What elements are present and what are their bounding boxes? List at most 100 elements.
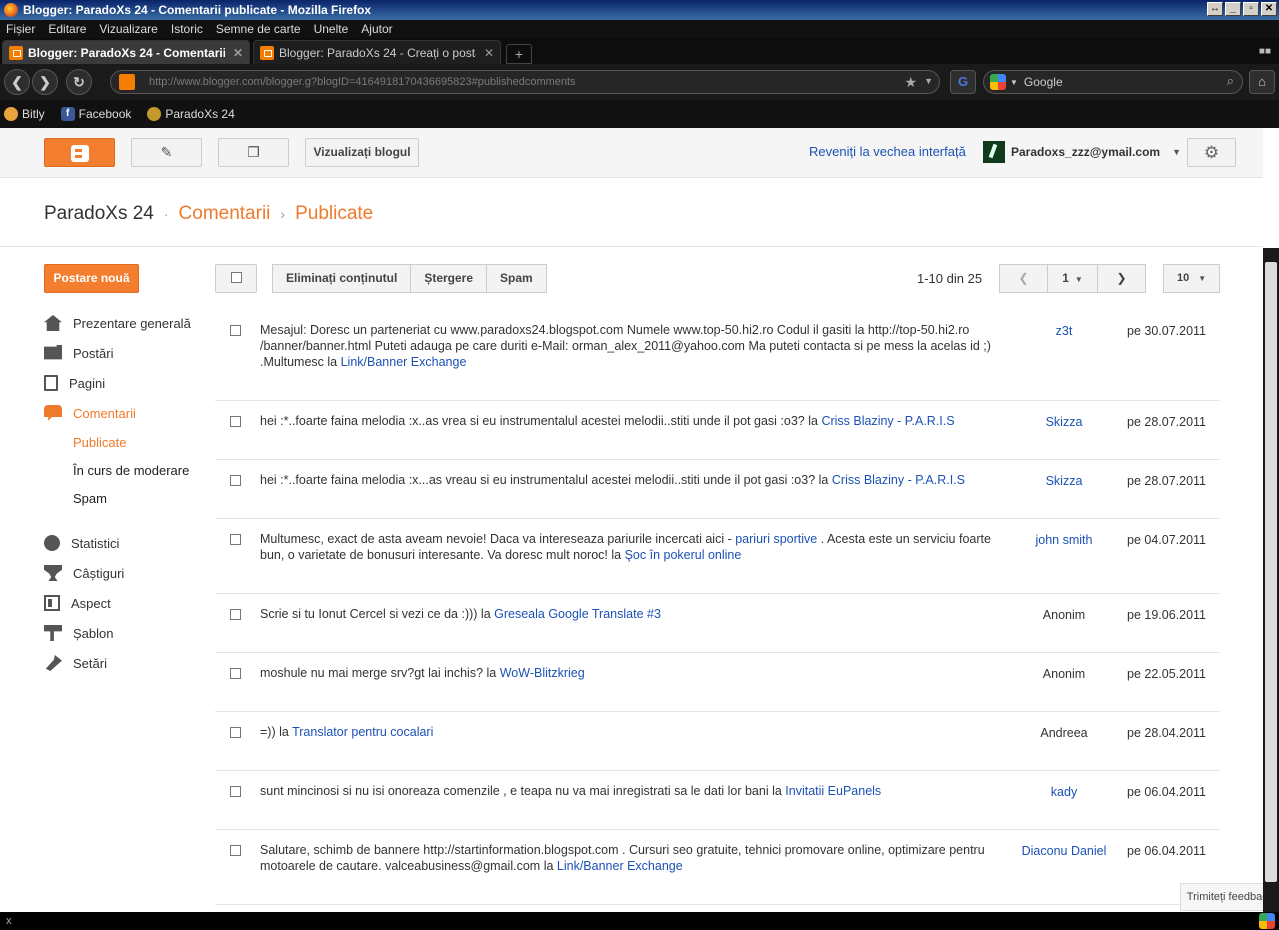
sidebar-item-pages[interactable]: Pagini bbox=[44, 368, 214, 398]
back-button[interactable]: ❮ bbox=[4, 69, 30, 95]
remove-content-button[interactable]: Eliminați conținutul bbox=[272, 264, 412, 293]
scrollbar-thumb[interactable] bbox=[1265, 262, 1277, 882]
sidebar-item-template[interactable]: Șablon bbox=[44, 618, 214, 648]
maximize-button[interactable]: ▫ bbox=[1243, 2, 1259, 16]
select-all-checkbox[interactable] bbox=[231, 272, 242, 283]
new-tab-button[interactable]: + bbox=[506, 44, 532, 64]
google-toolbar-icon[interactable]: G bbox=[950, 70, 976, 94]
sidebar-item-comments[interactable]: Comentarii bbox=[44, 398, 214, 428]
sidebar-subitem-awaiting-moderation[interactable]: În curs de moderare bbox=[44, 456, 214, 484]
account-menu[interactable]: Paradoxs_zzz@ymail.com ▼ bbox=[983, 141, 1181, 163]
menu-history[interactable]: Istoric bbox=[171, 22, 203, 36]
minimize-button[interactable]: _ bbox=[1225, 2, 1241, 16]
comment-post-link[interactable]: Greseala Google Translate #3 bbox=[494, 607, 661, 621]
comment-author[interactable]: john smith bbox=[1015, 533, 1113, 547]
comment-checkbox[interactable] bbox=[230, 845, 241, 856]
comment-post-link[interactable]: Şoc în pokerul online bbox=[625, 548, 742, 562]
close-tab-icon[interactable]: ✕ bbox=[233, 46, 243, 60]
per-page-select[interactable]: 10 ▼ bbox=[1163, 264, 1220, 293]
sidebar-item-layout[interactable]: Aspect bbox=[44, 588, 214, 618]
tab-create-post[interactable]: Blogger: ParadoXs 24 - Creați o postare … bbox=[253, 40, 501, 64]
history-dropdown-icon[interactable]: ▼ bbox=[924, 76, 933, 86]
menu-bookmarks[interactable]: Semne de carte bbox=[216, 22, 301, 36]
menu-help[interactable]: Ajutor bbox=[361, 22, 392, 36]
old-interface-link[interactable]: Reveniți la vechea interfață bbox=[809, 144, 966, 159]
page-number: 1 bbox=[1062, 271, 1069, 285]
next-page-button[interactable]: ❯ bbox=[1097, 264, 1146, 293]
send-feedback-button[interactable]: Trimiteți feedback bbox=[1180, 883, 1263, 911]
bookmark-paradoxs[interactable]: ParadoXs 24 bbox=[147, 107, 235, 121]
menu-view[interactable]: Vizualizare bbox=[99, 22, 157, 36]
close-statusbar-icon[interactable]: x bbox=[6, 915, 12, 927]
settings-gear-button[interactable]: ⚙ bbox=[1187, 138, 1236, 167]
sidebar-item-stats[interactable]: Statistici bbox=[44, 528, 214, 558]
comment-post-link[interactable]: WoW-Blitzkrieg bbox=[500, 666, 585, 680]
engine-dropdown-icon[interactable]: ▼ bbox=[1010, 78, 1018, 87]
comment-checkbox[interactable] bbox=[230, 786, 241, 797]
comment-date: pe 28.07.2011 bbox=[1127, 415, 1207, 429]
comment-author[interactable]: z3t bbox=[1015, 324, 1113, 338]
comment-inline-link[interactable]: pariuri sportive bbox=[735, 532, 817, 546]
view-blog-button[interactable]: Vizualizați blogul bbox=[305, 138, 419, 167]
address-bar[interactable]: http://www.blogger.com/blogger.g?blogID=… bbox=[110, 70, 940, 94]
sidebar-subitem-published[interactable]: Publicate bbox=[44, 428, 214, 456]
spam-button[interactable]: Spam bbox=[486, 264, 547, 293]
breadcrumb-blog[interactable]: ParadoXs 24 bbox=[44, 203, 154, 225]
bookmark-facebook[interactable]: f Facebook bbox=[60, 107, 131, 121]
page-select[interactable]: 1 ▼ bbox=[1047, 264, 1098, 293]
menu-file[interactable]: Fișier bbox=[6, 22, 35, 36]
sidebar-item-settings[interactable]: Setări bbox=[44, 648, 214, 678]
comment-checkbox[interactable] bbox=[230, 534, 241, 545]
new-post-button[interactable]: Postare nouă bbox=[44, 264, 139, 293]
search-bar[interactable]: ▼ Google ⌕ bbox=[983, 70, 1243, 94]
page-scrollbar[interactable] bbox=[1263, 248, 1279, 912]
comment-la: la bbox=[486, 666, 497, 680]
comment-post-link[interactable]: Criss Blaziny - P.A.R.I.S bbox=[821, 414, 954, 428]
delete-button[interactable]: Ștergere bbox=[410, 264, 488, 293]
comment-checkbox[interactable] bbox=[230, 325, 241, 336]
blogger-home-button[interactable] bbox=[44, 138, 115, 167]
comment-date: pe 19.06.2011 bbox=[1127, 608, 1207, 622]
home-button[interactable]: ⌂ bbox=[1249, 70, 1275, 94]
menu-tools[interactable]: Unelte bbox=[314, 22, 349, 36]
sidebar-item-posts[interactable]: Postări bbox=[44, 338, 214, 368]
comment-author[interactable]: Skizza bbox=[1015, 474, 1113, 488]
breadcrumb-arrow: › bbox=[280, 206, 286, 222]
comment-checkbox[interactable] bbox=[230, 475, 241, 486]
comment-post-link[interactable]: Link/Banner Exchange bbox=[557, 859, 683, 873]
navigation-toolbar: ❮ ❯ ↻ http://www.blogger.com/blogger.g?b… bbox=[0, 64, 1279, 100]
sidebar-item-earnings[interactable]: Câștiguri bbox=[44, 558, 214, 588]
tab-list-icon[interactable]: ■■ bbox=[1259, 46, 1271, 57]
bookmark-bitly[interactable]: Bitly bbox=[4, 107, 45, 121]
forward-button[interactable]: ❯ bbox=[32, 69, 58, 95]
close-tab-icon[interactable]: ✕ bbox=[484, 46, 494, 60]
select-all-button[interactable] bbox=[215, 264, 257, 293]
new-post-pencil-button[interactable]: ✎ bbox=[131, 138, 202, 167]
menu-edit[interactable]: Editare bbox=[48, 22, 86, 36]
restore-size-icon[interactable]: ↔ bbox=[1207, 2, 1223, 16]
comment-checkbox[interactable] bbox=[230, 727, 241, 738]
posts-list-button[interactable]: ❐ bbox=[218, 138, 289, 167]
comment-checkbox[interactable] bbox=[230, 668, 241, 679]
comment-post-link[interactable]: Invitatii EuPanels bbox=[785, 784, 881, 798]
comment-post-link[interactable]: Translator pentru cocalari bbox=[292, 725, 433, 739]
bookmark-star-icon[interactable]: ★ bbox=[904, 74, 917, 91]
search-icon[interactable]: ⌕ bbox=[1227, 73, 1234, 89]
comment-body: hei :*..foarte faina melodia :x...as vre… bbox=[260, 473, 816, 487]
comment-author[interactable]: Diaconu Daniel bbox=[1015, 844, 1113, 858]
comment-post-link[interactable]: Criss Blaziny - P.A.R.I.S bbox=[832, 473, 965, 487]
close-button[interactable]: ✕ bbox=[1261, 2, 1277, 16]
comment-post-link[interactable]: Link/Banner Exchange bbox=[341, 355, 467, 369]
breadcrumb-section[interactable]: Comentarii bbox=[179, 203, 271, 225]
breadcrumb-dot: · bbox=[163, 206, 169, 222]
prev-page-button[interactable]: ❮ bbox=[999, 264, 1048, 293]
comment-checkbox[interactable] bbox=[230, 416, 241, 427]
comment-author[interactable]: Skizza bbox=[1015, 415, 1113, 429]
comment-checkbox[interactable] bbox=[230, 609, 241, 620]
reload-button[interactable]: ↻ bbox=[66, 69, 92, 95]
sidebar-subitem-spam[interactable]: Spam bbox=[44, 484, 214, 512]
sidebar-item-overview[interactable]: Prezentare generală bbox=[44, 308, 214, 338]
comment-author[interactable]: kady bbox=[1015, 785, 1113, 799]
comment-author: Anonim bbox=[1042, 608, 1086, 622]
tab-published-comments[interactable]: Blogger: ParadoXs 24 - Comentarii... ✕ bbox=[2, 40, 250, 64]
